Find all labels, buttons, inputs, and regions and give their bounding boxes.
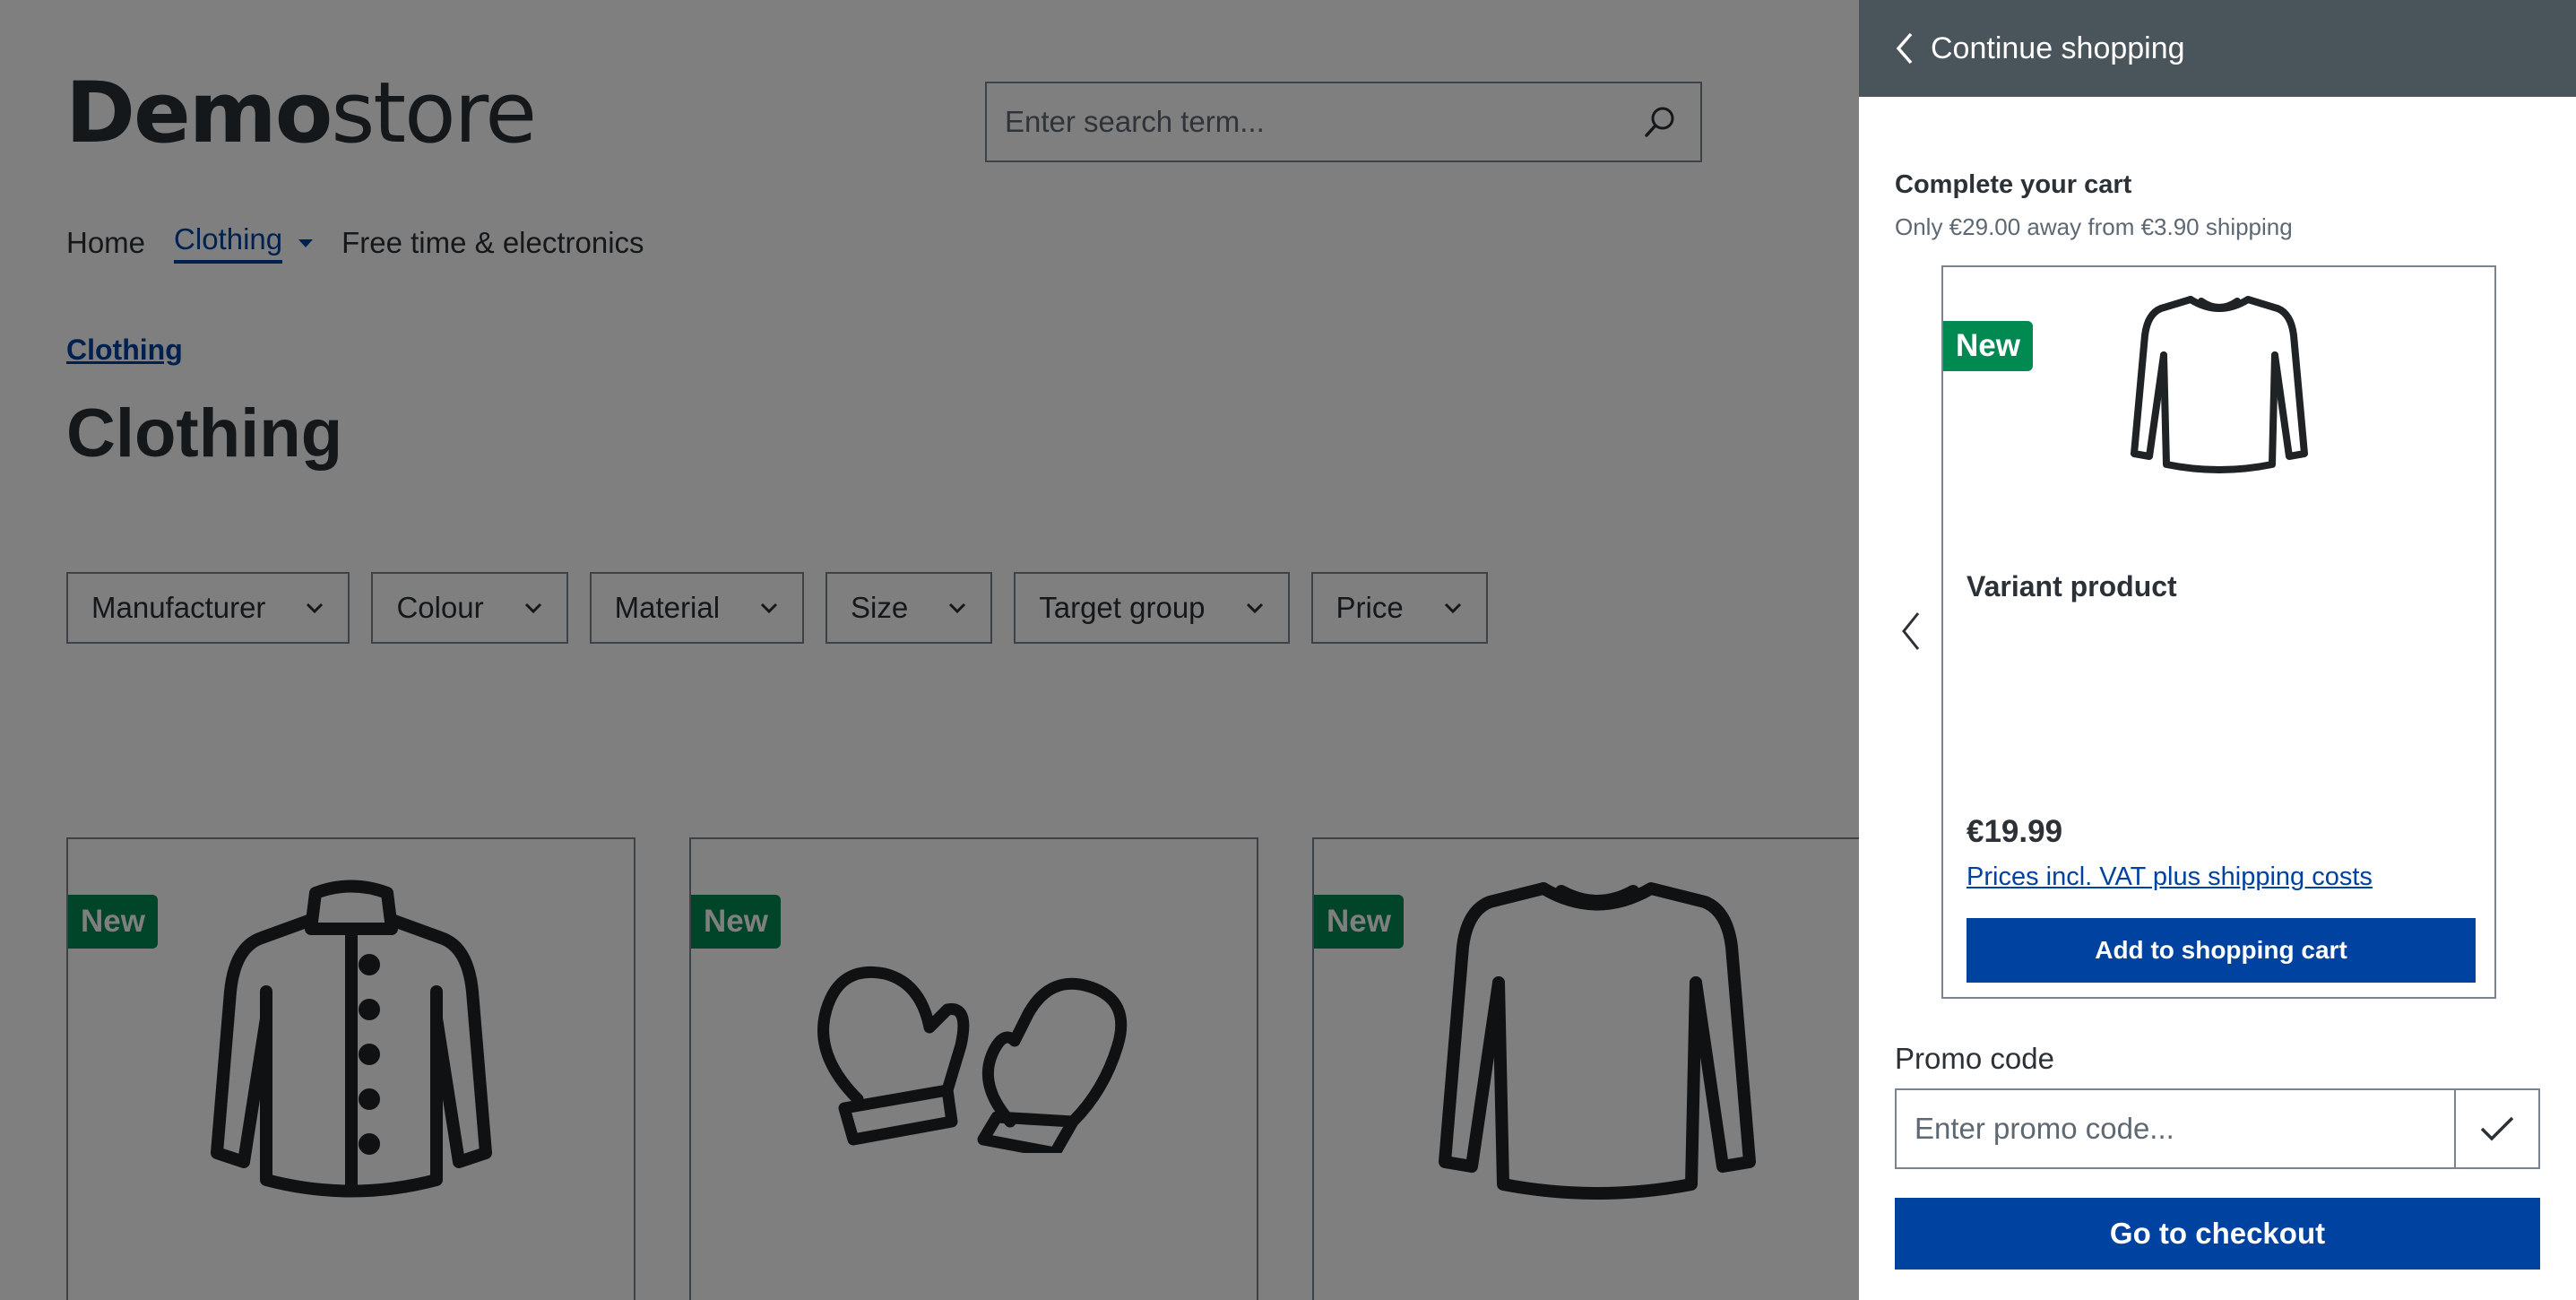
product-name[interactable]: Variant product [1967,570,2177,603]
promo-code-form: Enter promo code... [1895,1088,2540,1169]
go-to-checkout-button[interactable]: Go to checkout [1895,1198,2540,1270]
chevron-left-icon [1896,32,1913,65]
continue-shopping-button[interactable]: Continue shopping [1859,0,2576,97]
offcanvas-cart: Continue shopping Complete your cart Onl… [1859,0,2576,1300]
promo-code-submit-button[interactable] [2454,1090,2538,1167]
cross-selling-slider: New Variant product €19.99 Prices incl. … [1895,265,2576,999]
cross-selling-title: Complete your cart [1895,170,2132,199]
cross-selling-product-card[interactable]: New Variant product €19.99 Prices incl. … [1941,265,2496,999]
add-to-cart-button[interactable]: Add to shopping cart [1967,918,2476,983]
shipping-note: Only €29.00 away from €3.90 shipping [1895,213,2293,240]
promo-code-input[interactable]: Enter promo code... [1897,1090,2454,1167]
continue-shopping-label: Continue shopping [1931,30,2185,65]
promo-code-label: Promo code [1895,1042,2054,1075]
slider-prev-button[interactable] [1895,604,1927,658]
vat-shipping-link[interactable]: Prices incl. VAT plus shipping costs [1967,862,2373,892]
product-price: €19.99 [1967,814,2063,849]
checkmark-icon [2480,1116,2514,1141]
longsleeve-shirt-icon[interactable] [1943,292,2494,481]
chevron-left-icon [1902,612,1920,650]
